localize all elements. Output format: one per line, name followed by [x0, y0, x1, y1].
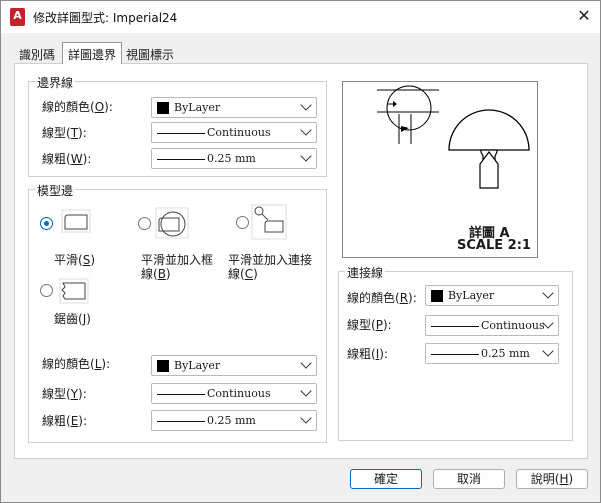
- window-title: 修改詳圖型式: Imperial24: [33, 11, 178, 25]
- chevron-down-icon: [542, 345, 554, 357]
- jagged-edge-icon: [59, 278, 89, 304]
- model-edge-color-value: ByLayer: [174, 359, 221, 372]
- smooth-edge-icon: [61, 209, 91, 233]
- color-swatch: [157, 102, 169, 114]
- chevron-down-icon: [300, 124, 312, 136]
- autocad-app-icon: A: [10, 8, 25, 26]
- jagged-label: 鋸齒(J): [54, 312, 91, 326]
- line-sample: [157, 133, 205, 134]
- model-edge-type-label: 線型(Y):: [42, 387, 87, 401]
- close-button[interactable]: ✕: [573, 5, 595, 27]
- detail-preview: 詳圖 A SCALE 2:1: [342, 81, 538, 258]
- smooth-with-connector-icon: [251, 204, 287, 240]
- boundary-color-value: ByLayer: [174, 101, 221, 114]
- title-bar: A 修改詳圖型式: Imperial24 ✕: [1, 1, 600, 33]
- chevron-down-icon: [300, 412, 312, 424]
- tab-view-label[interactable]: 視圖標示: [121, 43, 179, 63]
- connector-weight-value: 0.25 mm: [481, 347, 530, 360]
- boundary-weight-select[interactable]: 0.25 mm: [151, 148, 317, 169]
- connector-weight-label: 線粗(I):: [347, 347, 388, 361]
- model-edge-group-title: 模型邊: [35, 182, 76, 199]
- radio-jagged[interactable]: [40, 284, 53, 297]
- model-edge-type-select[interactable]: Continuous: [151, 383, 317, 404]
- tab-detail-boundary[interactable]: 詳圖邊界: [62, 42, 123, 64]
- ok-button[interactable]: 確定: [350, 469, 422, 489]
- connector-type-label: 線型(P):: [347, 318, 392, 332]
- color-swatch: [157, 360, 169, 372]
- preview-caption-scale: SCALE 2:1: [457, 238, 531, 253]
- model-edge-color-select[interactable]: ByLayer: [151, 355, 317, 376]
- connector-type-value: Continuous: [481, 319, 545, 332]
- cancel-button[interactable]: 取消: [433, 469, 505, 489]
- line-sample: [157, 159, 205, 160]
- line-sample: [157, 421, 205, 422]
- connector-group-title: 連接線: [345, 264, 386, 281]
- dialog-window: A 修改詳圖型式: Imperial24 ✕ 識別碼 詳圖邊界 視圖標示 邊界線…: [0, 0, 601, 503]
- connector-type-select[interactable]: Continuous: [425, 315, 559, 336]
- model-edge-type-value: Continuous: [207, 387, 271, 400]
- chevron-down-icon: [300, 357, 312, 369]
- model-edge-color-label: 線的顏色(L):: [42, 357, 111, 371]
- tab-identifier[interactable]: 識別碼: [14, 43, 60, 63]
- line-sample: [431, 326, 479, 327]
- connector-color-label: 線的顏色(R):: [347, 291, 417, 305]
- boundary-type-label: 線型(T):: [42, 126, 87, 140]
- boundary-color-label: 線的顏色(O):: [42, 100, 113, 114]
- smooth-with-border-icon: [155, 207, 189, 239]
- boundary-weight-label: 線粗(W):: [42, 152, 92, 166]
- line-sample: [157, 394, 205, 395]
- model-edge-weight-label: 線粗(E):: [42, 414, 88, 428]
- close-icon: ✕: [577, 6, 591, 25]
- chevron-down-icon: [300, 385, 312, 397]
- smooth-label: 平滑(S): [54, 253, 95, 267]
- connector-color-select[interactable]: ByLayer: [425, 285, 559, 306]
- smooth-with-border-label-2: 線(B): [141, 267, 171, 281]
- boundary-color-select[interactable]: ByLayer: [151, 97, 317, 118]
- chevron-down-icon: [300, 99, 312, 111]
- smooth-with-connector-label-2: 線(C): [228, 267, 258, 281]
- connector-color-value: ByLayer: [448, 289, 495, 302]
- radio-smooth-with-border[interactable]: [138, 217, 151, 230]
- color-swatch: [431, 290, 443, 302]
- line-sample: [431, 354, 479, 355]
- boundary-group-title: 邊界線: [35, 74, 76, 91]
- help-button[interactable]: 說明(H): [516, 469, 588, 489]
- chevron-down-icon: [300, 150, 312, 162]
- boundary-type-select[interactable]: Continuous: [151, 122, 317, 143]
- connector-weight-select[interactable]: 0.25 mm: [425, 343, 559, 364]
- model-edge-weight-value: 0.25 mm: [207, 414, 256, 427]
- radio-smooth[interactable]: [40, 217, 53, 230]
- radio-smooth-with-connector[interactable]: [236, 216, 249, 229]
- model-edge-weight-select[interactable]: 0.25 mm: [151, 410, 317, 431]
- boundary-weight-value: 0.25 mm: [207, 152, 256, 165]
- boundary-type-value: Continuous: [207, 126, 271, 139]
- chevron-down-icon: [542, 287, 554, 299]
